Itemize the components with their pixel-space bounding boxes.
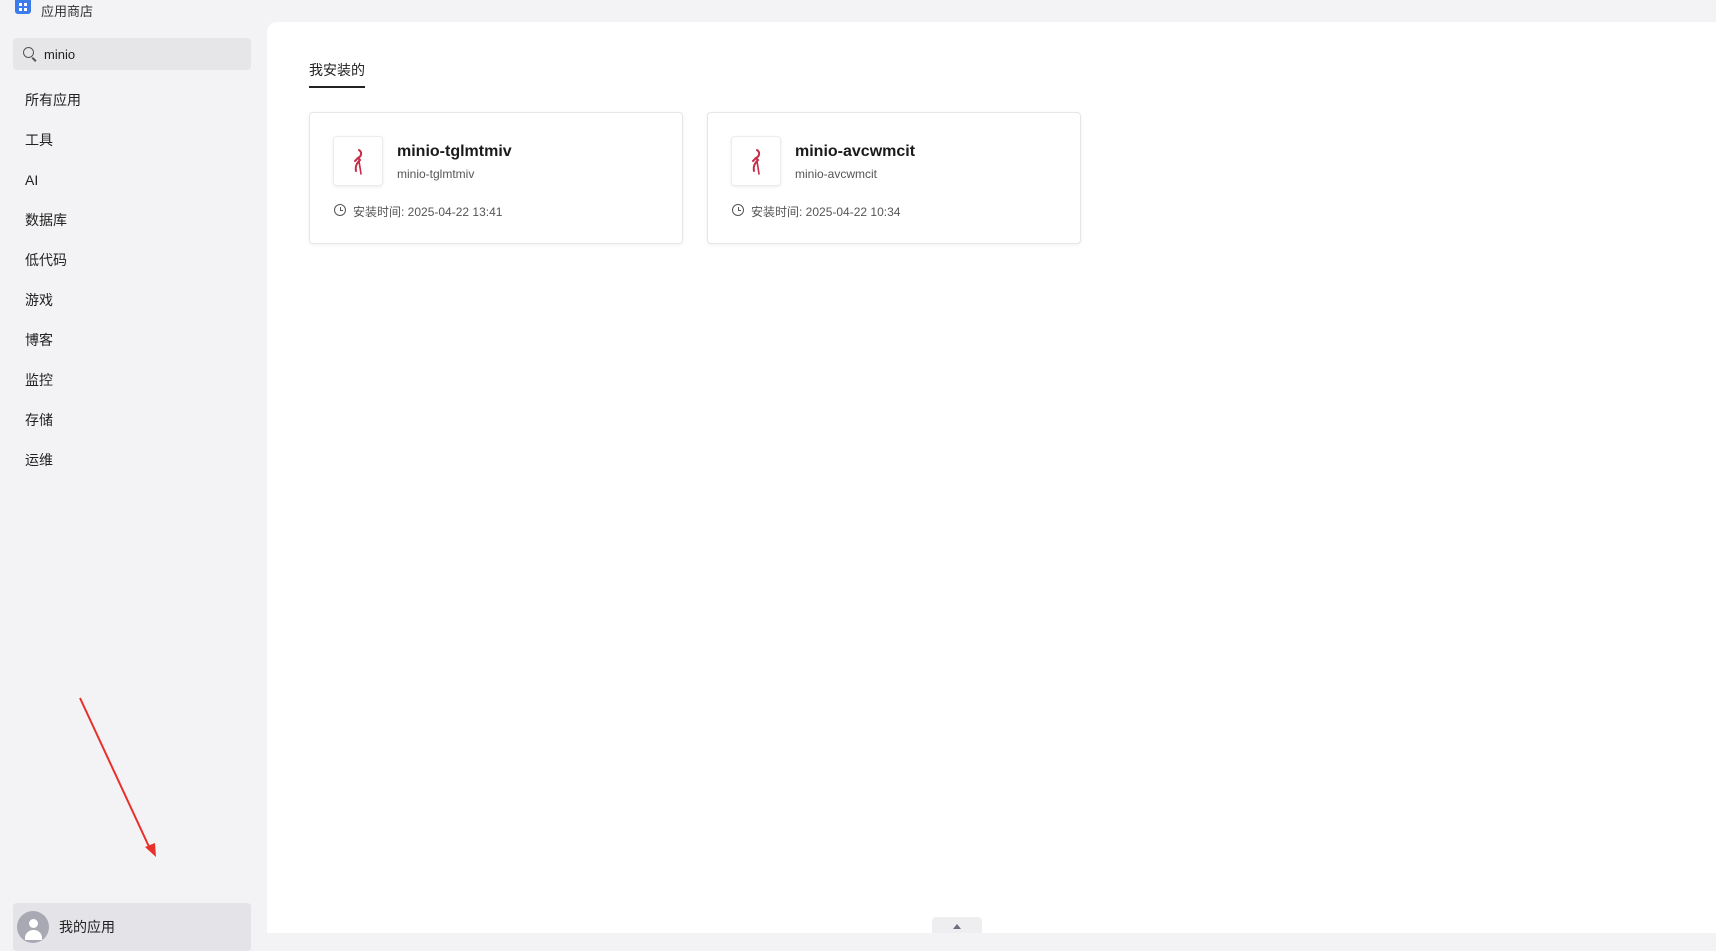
sidebar-item-ai[interactable]: AI	[0, 160, 266, 200]
category-nav: 所有应用 工具 AI 数据库 低代码 游戏 博客 监控 存储 运维	[0, 80, 266, 480]
annotation-arrow	[79, 697, 156, 857]
expand-panel-handle[interactable]	[932, 917, 982, 933]
sidebar-item-monitoring[interactable]: 监控	[0, 360, 266, 400]
sidebar-item-ops[interactable]: 运维	[0, 440, 266, 480]
main-content: 我安装的 minio-tglmtmiv minio-tglmtmiv 安装时间:…	[267, 22, 1716, 933]
sidebar-item-games[interactable]: 游戏	[0, 280, 266, 320]
window-title: 应用商店	[41, 4, 94, 19]
sidebar-item-blog[interactable]: 博客	[0, 320, 266, 360]
install-time: 安装时间: 2025-04-22 13:41	[353, 205, 503, 219]
app-subtitle: minio-tglmtmiv	[397, 167, 475, 181]
sidebar-item-storage[interactable]: 存储	[0, 400, 266, 440]
sidebar-item-tools[interactable]: 工具	[0, 120, 266, 160]
my-apps-button[interactable]: 我的应用	[13, 903, 251, 951]
install-time: 安装时间: 2025-04-22 10:34	[751, 205, 901, 219]
minio-logo-icon	[731, 136, 781, 186]
search-icon	[23, 47, 34, 58]
tab-installed[interactable]: 我安装的	[309, 60, 365, 88]
search-box[interactable]	[13, 38, 251, 70]
my-apps-label: 我的应用	[59, 919, 115, 935]
minio-logo-icon	[333, 136, 383, 186]
search-input[interactable]	[44, 38, 244, 70]
title-bar: 应用商店	[0, 0, 300, 20]
app-store-icon	[15, 0, 31, 14]
sidebar-item-low-code[interactable]: 低代码	[0, 240, 266, 280]
clock-icon	[334, 204, 346, 216]
app-subtitle: minio-avcwmcit	[795, 167, 878, 181]
app-title: minio-tglmtmiv	[397, 143, 512, 160]
app-title: minio-avcwmcit	[795, 143, 916, 160]
user-avatar-icon	[17, 911, 49, 943]
app-card[interactable]: minio-avcwmcit minio-avcwmcit 安装时间: 2025…	[707, 112, 1081, 244]
app-card[interactable]: minio-tglmtmiv minio-tglmtmiv 安装时间: 2025…	[309, 112, 683, 244]
sidebar-item-database[interactable]: 数据库	[0, 200, 266, 240]
sidebar-item-all-apps[interactable]: 所有应用	[0, 80, 266, 120]
clock-icon	[732, 204, 744, 216]
